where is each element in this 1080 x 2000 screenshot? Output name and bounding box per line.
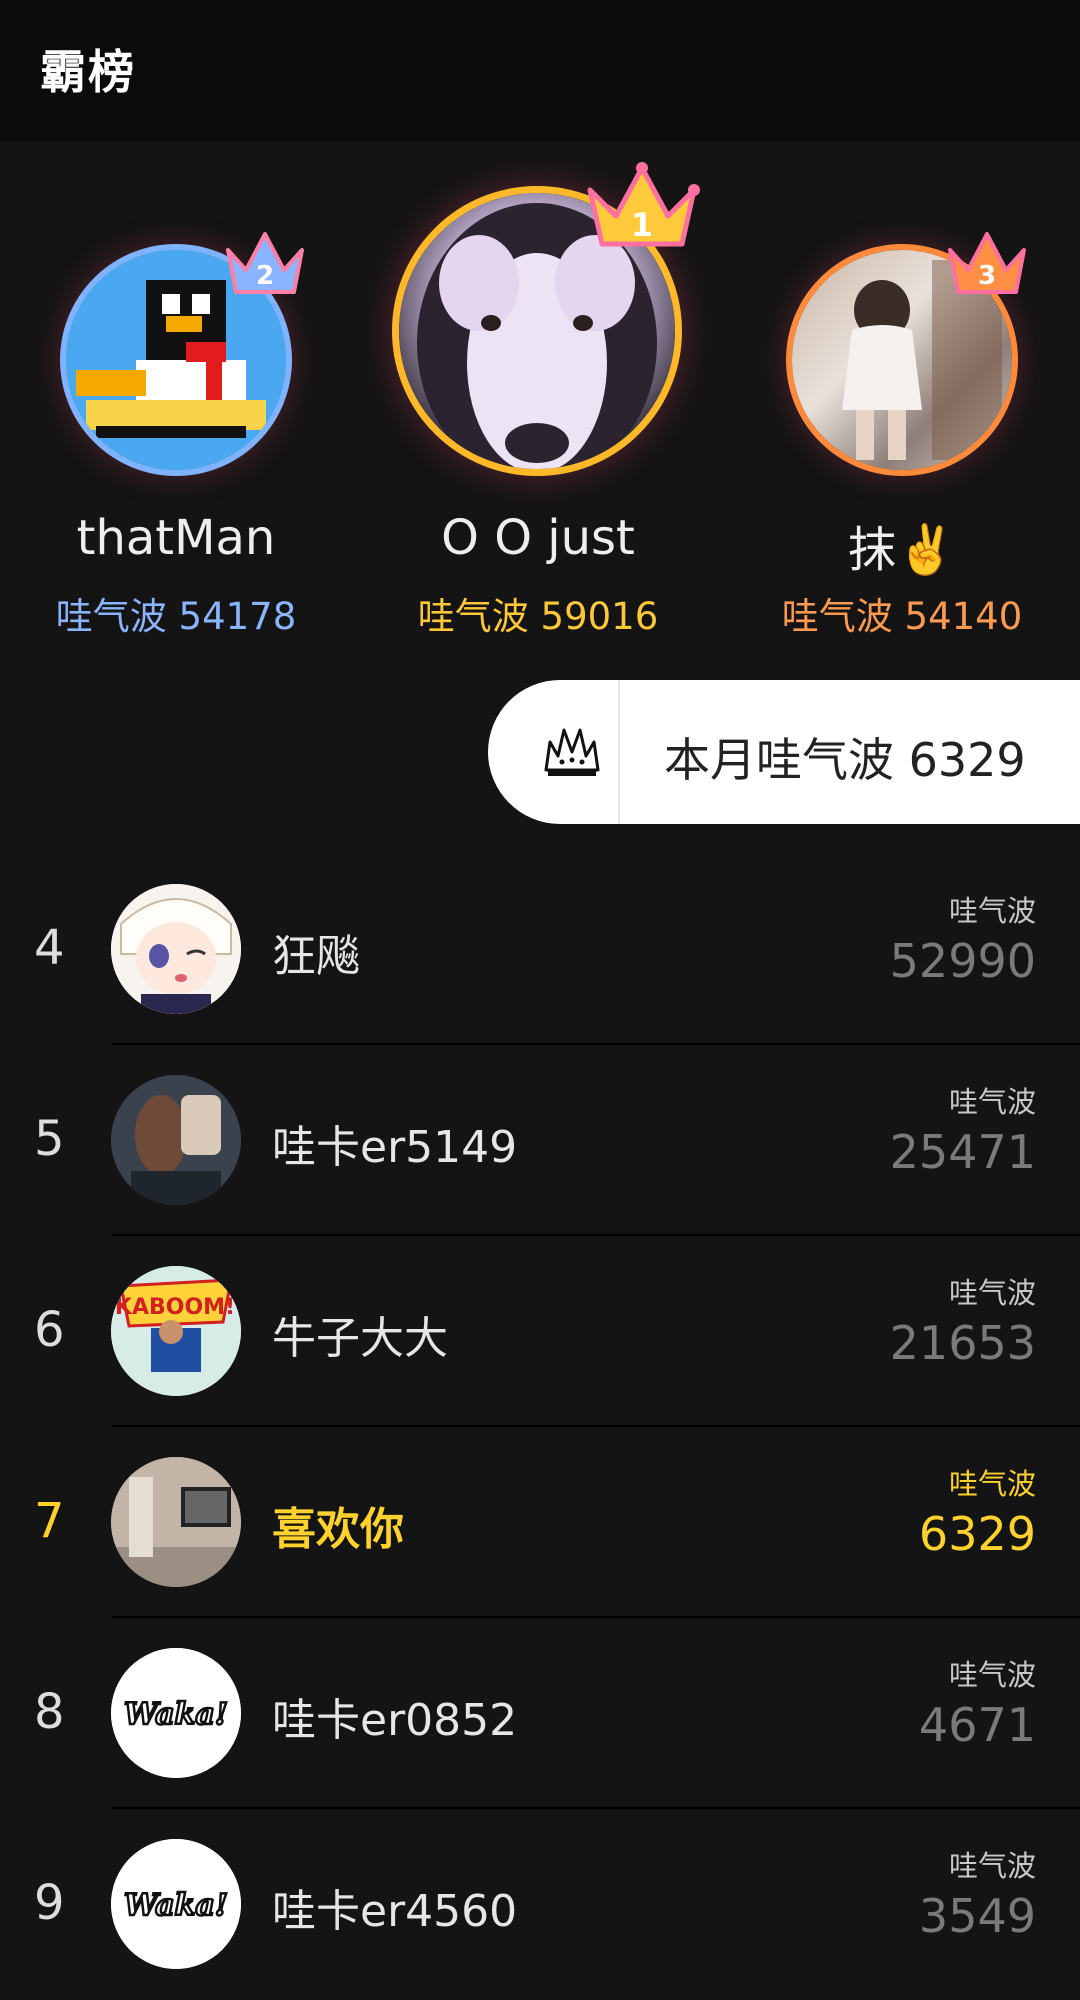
rank-row-4[interactable]: 4 狂飚 哇气波 52990 — [0, 854, 1080, 1045]
user-name: 哇卡er4560 — [272, 1886, 518, 1937]
podium: 2 thatMan 哇气波 54178 1 O O just 哇气波 59016… — [0, 142, 1080, 662]
kaboom-comic-icon: KABOOM! — [111, 1266, 241, 1396]
podium-slot-3[interactable]: 3 抹✌️ 哇气波 54140 — [720, 142, 1080, 662]
rank-number: 4 — [34, 920, 65, 976]
rank-row-5[interactable]: 5 哇卡er5149 哇气波 25471 — [0, 1045, 1080, 1236]
score-value: 4671 — [918, 1698, 1036, 1752]
avatar[interactable]: Waka! — [111, 1839, 241, 1969]
avatar[interactable] — [111, 884, 241, 1014]
podium-name-1: O O just — [441, 510, 635, 566]
crown-2-icon: 2 — [226, 232, 304, 294]
crown-3-icon: 3 — [948, 232, 1026, 294]
monthly-score-text: 本月哇气波 6329 — [664, 733, 1026, 787]
user-name: 牛子大大 — [272, 1313, 448, 1364]
score-value: 3549 — [918, 1889, 1036, 1943]
score-label: 哇气波 — [948, 1276, 1036, 1310]
podium-name-3: 抹✌️ — [848, 522, 956, 578]
podium-score-2: 哇气波 54178 — [55, 595, 297, 638]
waka-logo-icon: Waka! — [111, 1648, 241, 1778]
avatar[interactable]: Waka! — [111, 1648, 241, 1778]
banner-divider — [618, 680, 620, 824]
svg-text:1: 1 — [631, 206, 653, 244]
rank-row-7-current-user[interactable]: 7 喜欢你 哇气波 6329 — [0, 1427, 1080, 1618]
score-value: 6329 — [918, 1507, 1036, 1561]
rank-row-9[interactable]: 9 Waka! 哇卡er4560 哇气波 3549 — [0, 1809, 1080, 2000]
podium-slot-2[interactable]: 2 thatMan 哇气波 54178 — [0, 142, 360, 662]
score-value: 21653 — [889, 1316, 1036, 1370]
room-photo-icon — [111, 1457, 241, 1587]
rank-row-6[interactable]: 6 KABOOM! 牛子大大 哇气波 21653 — [0, 1236, 1080, 1427]
rank-number: 7 — [34, 1493, 65, 1549]
rank-row-8[interactable]: 8 Waka! 哇卡er0852 哇气波 4671 — [0, 1618, 1080, 1809]
anime-girl-icon — [111, 884, 241, 1014]
score-label: 哇气波 — [948, 1849, 1036, 1883]
avatar[interactable] — [111, 1075, 241, 1205]
splash-crown-icon — [544, 728, 600, 776]
svg-text:Waka!: Waka! — [124, 1697, 228, 1732]
score-value: 25471 — [889, 1125, 1036, 1179]
rank-number: 5 — [34, 1111, 65, 1167]
score-label: 哇气波 — [948, 894, 1036, 928]
crown-1-icon: 1 — [587, 162, 700, 247]
score-label: 哇气波 — [948, 1467, 1036, 1501]
user-name: 喜欢你 — [272, 1504, 404, 1555]
header-bar: 霸榜 — [0, 0, 1080, 142]
waka-logo-icon: Waka! — [111, 1839, 241, 1969]
score-value: 52990 — [889, 934, 1036, 988]
photo-icon — [111, 1075, 241, 1205]
rank-number: 8 — [34, 1684, 65, 1740]
podium-name-2: thatMan — [76, 510, 276, 566]
svg-text:2: 2 — [256, 261, 274, 291]
svg-text:KABOOM!: KABOOM! — [115, 1295, 235, 1320]
avatar[interactable]: KABOOM! — [111, 1266, 241, 1396]
podium-score-3: 哇气波 54140 — [781, 595, 1023, 638]
svg-text:3: 3 — [978, 261, 996, 291]
rank-number: 6 — [34, 1302, 65, 1358]
page-title: 霸榜 — [40, 45, 136, 99]
avatar[interactable] — [111, 1457, 241, 1587]
podium-slot-1[interactable]: 1 O O just 哇气波 59016 — [360, 142, 720, 662]
podium-score-1: 哇气波 59016 — [417, 595, 659, 638]
svg-text:Waka!: Waka! — [124, 1888, 228, 1923]
score-label: 哇气波 — [948, 1085, 1036, 1119]
monthly-score-banner[interactable]: 本月哇气波 6329 — [488, 680, 1080, 824]
user-name: 狂飚 — [272, 931, 360, 982]
score-label: 哇气波 — [948, 1658, 1036, 1692]
rank-number: 9 — [34, 1875, 65, 1931]
user-name: 哇卡er5149 — [272, 1122, 518, 1173]
user-name: 哇卡er0852 — [272, 1695, 518, 1746]
